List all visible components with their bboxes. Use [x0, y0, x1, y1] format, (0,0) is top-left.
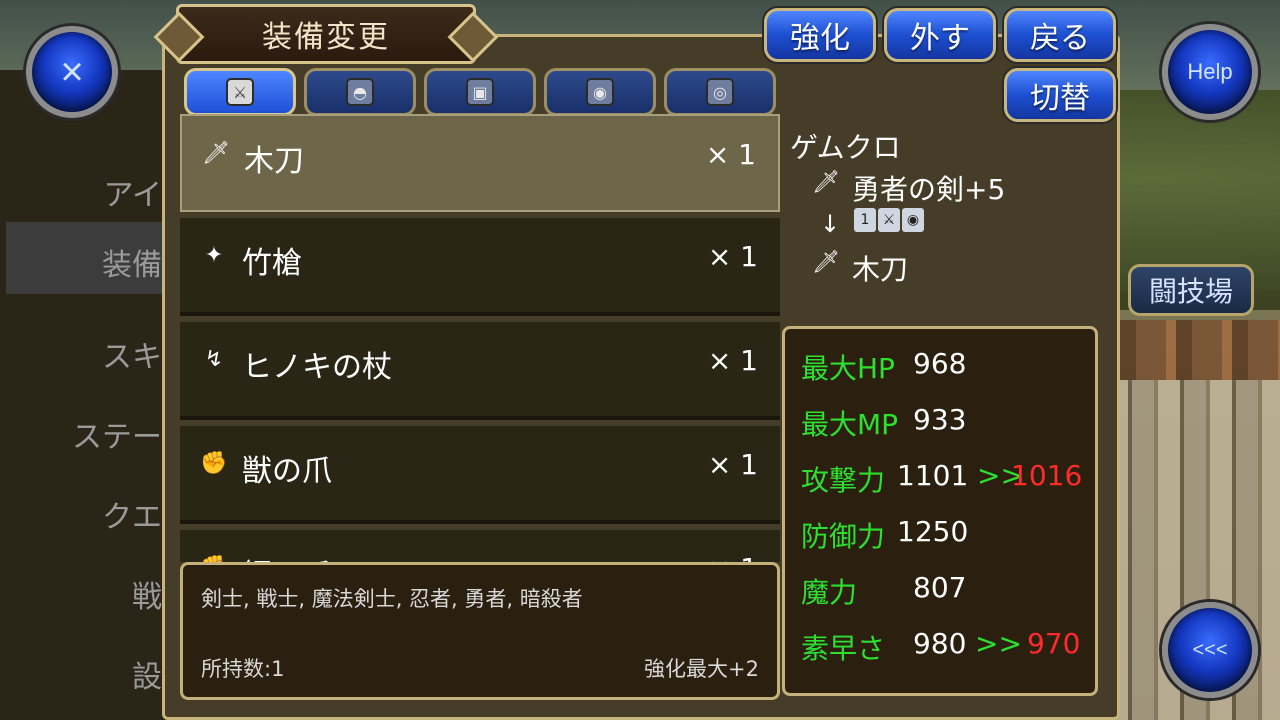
item-quantity: × 1 [705, 138, 756, 171]
stat-label: 素早さ [801, 632, 886, 665]
sword-badge-icon: ⚔ [878, 208, 900, 232]
list-item[interactable]: ✊ 鋼の爪 × 1 [180, 530, 780, 562]
shield-icon: ◉ [586, 78, 614, 106]
arena-button[interactable]: 闘技場 [1128, 264, 1254, 316]
list-item[interactable]: ✊ 獣の爪 × 1 [180, 426, 780, 524]
stat-value: 933 [913, 403, 967, 436]
item-name: 竹槍 [242, 246, 302, 281]
stat-new-value: 970 [1027, 627, 1081, 660]
item-name: ヒノキの杖 [242, 350, 392, 385]
stat-speed: 素早さ 980 >> 970 [801, 627, 1091, 667]
stat-value: 807 [913, 571, 967, 604]
list-item[interactable]: ✦ 竹槍 × 1 [180, 218, 780, 316]
stat-defense: 防御力 1250 [801, 515, 1091, 555]
return-label: 戻る [1030, 21, 1090, 56]
switch-label: 切替 [1030, 81, 1090, 116]
staff-icon: ↯ [204, 347, 224, 372]
item-quantity: × 1 [707, 240, 758, 273]
arena-label: 闘技場 [1148, 275, 1233, 308]
stat-change-arrow: >> [975, 627, 1022, 660]
spear-icon: ✦ [204, 243, 224, 268]
stat-value: 1250 [897, 515, 969, 548]
tab-helmet[interactable]: ◓ [304, 68, 416, 116]
item-quantity: × 1 [707, 448, 758, 481]
down-arrow-icon: ↓ [820, 210, 841, 238]
item-name: 木刀 [244, 144, 304, 179]
item-name: 鋼の爪 [242, 550, 332, 562]
stat-label: 最大MP [801, 408, 899, 441]
side-menu-item-settings[interactable]: 設 [132, 652, 162, 696]
back-label: <<< [1192, 638, 1228, 661]
skill-badges: 1 ⚔ ◉ [854, 208, 924, 232]
accessory-icon: ◎ [706, 78, 734, 106]
close-icon: × [60, 49, 84, 94]
owned-count: 所持数:1 [201, 657, 285, 681]
side-menu-item-label: 装備 [102, 248, 162, 283]
enhance-button[interactable]: 強化 [764, 8, 876, 62]
side-menu-item-quest[interactable]: クエ [102, 492, 162, 536]
stat-new-value: 1016 [1011, 459, 1083, 492]
stat-attack: 攻撃力 1101 >> 1016 [801, 459, 1091, 499]
side-menu-item-status[interactable]: ステー [72, 412, 162, 456]
item-description: 剣士, 戦士, 魔法剣士, 忍者, 勇者, 暗殺者 所持数:1 強化最大+2 [180, 562, 780, 700]
side-menu-item-equipment[interactable]: 装備 [6, 222, 162, 294]
equipment-compare: ゲムクロ 🗡 勇者の剣+5 ↓ 1 ⚔ ◉ 🗡 木刀 [790, 120, 1110, 320]
side-menu-item-items[interactable]: アイ [104, 170, 163, 214]
return-button[interactable]: 戻る [1004, 8, 1116, 62]
remove-label: 外す [910, 21, 970, 56]
enhance-label: 強化 [790, 21, 850, 56]
claw-icon: ✊ [200, 451, 228, 476]
help-label: Help [1187, 59, 1233, 84]
stat-value: 1101 [897, 459, 969, 492]
stat-value: 968 [913, 347, 967, 380]
stat-label: 防御力 [801, 520, 886, 553]
item-quantity: × 1 [707, 344, 758, 377]
helmet-icon: ◓ [346, 78, 374, 106]
tab-weapon[interactable]: ⚔ [184, 68, 296, 116]
list-item[interactable]: 🗡 木刀 × 1 [180, 114, 780, 212]
stats-panel: 最大HP 968 最大MP 933 攻撃力 1101 >> 1016 防御力 1… [782, 326, 1098, 696]
equippable-classes: 剣士, 戦士, 魔法剣士, 忍者, 勇者, 暗殺者 [201, 587, 583, 611]
character-name: ゲムクロ [790, 131, 901, 164]
sword-icon: ⚔ [226, 78, 254, 106]
level-badge: 1 [854, 208, 876, 232]
stat-value: 980 [913, 627, 967, 660]
stat-label: 魔力 [801, 576, 858, 609]
close-button[interactable]: × [26, 26, 118, 118]
new-equipment: 木刀 [852, 253, 909, 286]
max-enhance: 強化最大+2 [644, 657, 759, 681]
claw-icon: ✊ [200, 554, 228, 562]
page-title-text: 装備変更 [262, 20, 390, 55]
side-menu-item-skills[interactable]: スキ [102, 332, 162, 376]
back-button[interactable]: <<< [1162, 602, 1258, 698]
sword-icon: 🗡 [812, 250, 840, 275]
page-title: 装備変更 [176, 4, 476, 64]
stat-magic: 魔力 807 [801, 571, 1091, 611]
switch-button[interactable]: 切替 [1004, 68, 1116, 122]
katana-icon: 🗡 [202, 141, 230, 166]
stat-max-mp: 最大MP 933 [801, 403, 1091, 443]
tab-accessory[interactable]: ◎ [664, 68, 776, 116]
side-menu-item-battle[interactable]: 戦 [132, 572, 162, 616]
tab-armor[interactable]: ▣ [424, 68, 536, 116]
help-button[interactable]: Help [1162, 24, 1258, 120]
armor-icon: ▣ [466, 78, 494, 106]
shield-badge-icon: ◉ [902, 208, 924, 232]
item-quantity: × 1 [708, 552, 758, 562]
item-name: 獣の爪 [242, 454, 332, 489]
side-menu: アイ 装備 スキ ステー クエ 戦 設 [0, 70, 170, 720]
stat-label: 最大HP [801, 352, 895, 385]
remove-button[interactable]: 外す [884, 8, 996, 62]
stat-label: 攻撃力 [801, 464, 886, 497]
item-list[interactable]: 🗡 木刀 × 1 ✦ 竹槍 × 1 ↯ ヒノキの杖 × 1 ✊ 獣の爪 × 1 … [180, 114, 780, 562]
sword-icon: 🗡 [812, 170, 840, 195]
tab-shield[interactable]: ◉ [544, 68, 656, 116]
stat-max-hp: 最大HP 968 [801, 347, 1091, 387]
list-item[interactable]: ↯ ヒノキの杖 × 1 [180, 322, 780, 420]
current-equipment: 勇者の剣+5 [852, 173, 1006, 206]
